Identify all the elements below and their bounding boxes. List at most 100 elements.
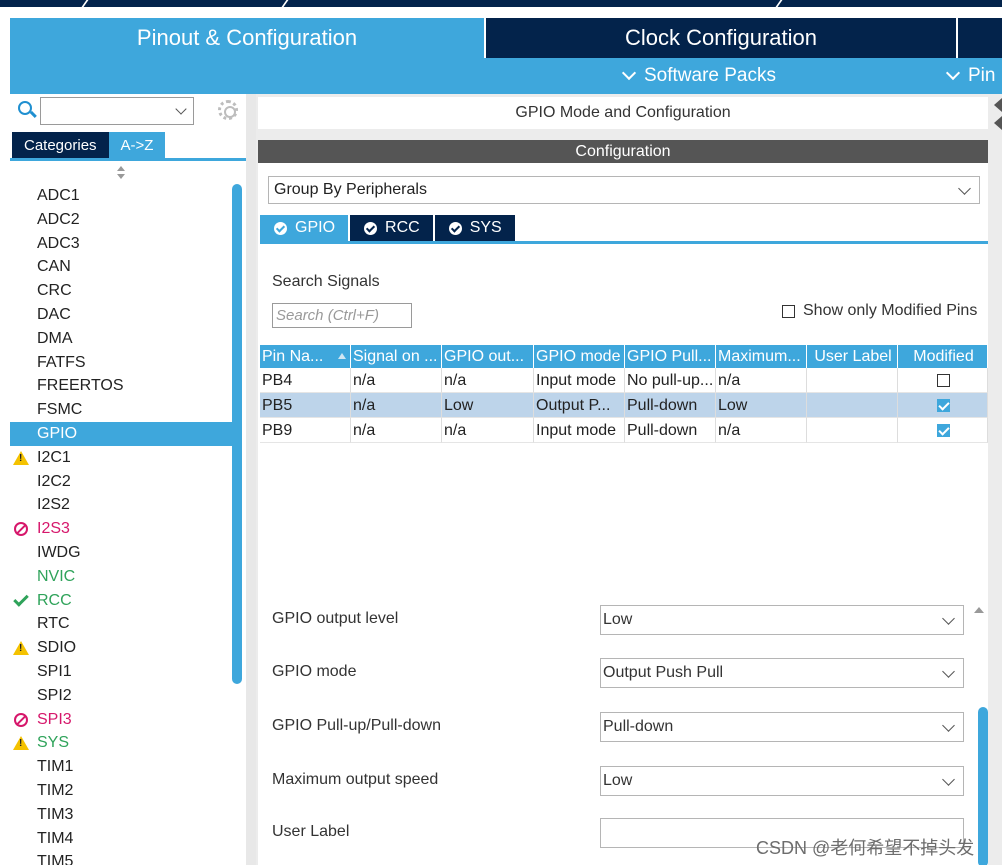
column-header-gpio-output[interactable]: GPIO out... <box>442 345 534 368</box>
category-item-crc[interactable]: CRC <box>10 279 232 303</box>
category-item-rcc[interactable]: RCC <box>10 589 232 613</box>
chevron-down-icon[interactable] <box>942 665 955 678</box>
column-header-signal[interactable]: Signal on ... <box>351 345 442 368</box>
table-cell-mode: Input mode <box>534 368 625 393</box>
gear-icon[interactable] <box>218 100 238 120</box>
category-item-i2c1[interactable]: I2C1 <box>10 446 232 470</box>
category-item-label: NVIC <box>37 567 76 585</box>
sort-icon[interactable] <box>116 166 126 180</box>
category-item-fsmc[interactable]: FSMC <box>10 398 232 422</box>
setting-value: Pull-down <box>603 718 674 735</box>
category-item-label: IWDG <box>37 543 81 561</box>
category-item-tim1[interactable]: TIM1 <box>10 755 232 779</box>
chevron-down-icon[interactable] <box>942 612 955 625</box>
category-item-tim5[interactable]: TIM5 <box>10 850 232 865</box>
table-cell-pull: Pull-down <box>625 418 716 443</box>
column-header-gpio-mode[interactable]: GPIO mode <box>534 345 625 368</box>
category-item-adc1[interactable]: ADC1 <box>10 184 232 208</box>
category-item-adc2[interactable]: ADC2 <box>10 208 232 232</box>
panel-divider[interactable] <box>246 94 256 865</box>
category-scrollbar[interactable] <box>232 184 242 684</box>
category-item-iwdg[interactable]: IWDG <box>10 541 232 565</box>
tab-a-z[interactable]: A->Z <box>108 132 166 158</box>
chevron-down-icon[interactable] <box>175 103 187 115</box>
pinout-menu[interactable]: Pin <box>944 58 995 94</box>
table-row[interactable]: PB9 n/a n/a Input mode Pull-down n/a <box>260 418 988 443</box>
column-header-user-label[interactable]: User Label <box>807 345 898 368</box>
category-item-sdio[interactable]: SDIO <box>10 636 232 660</box>
watermark: CSDN @老何希望不掉头发 <box>756 838 975 858</box>
show-modified-checkbox[interactable]: Show only Modified Pins <box>782 302 977 320</box>
column-header-maximum-speed[interactable]: Maximum... <box>716 345 807 368</box>
checkbox-icon[interactable] <box>782 304 795 318</box>
category-item-tim2[interactable]: TIM2 <box>10 779 232 803</box>
table-cell-label <box>807 418 898 443</box>
setting-select[interactable]: Output Push Pull <box>600 658 964 688</box>
category-item-tim4[interactable]: TIM4 <box>10 827 232 851</box>
column-header-gpio-pull[interactable]: GPIO Pull... <box>625 345 716 368</box>
table-row[interactable]: PB4 n/a n/a Input mode No pull-up... n/a <box>260 368 988 393</box>
main-tab-bar: Pinout & Configuration Clock Configurati… <box>0 18 1002 58</box>
category-item-gpio[interactable]: GPIO <box>10 421 232 446</box>
setting-row: GPIO Pull-up/Pull-down Pull-down <box>272 712 964 742</box>
category-item-sys[interactable]: SYS <box>10 731 232 755</box>
search-icon[interactable] <box>18 101 32 115</box>
category-item-dac[interactable]: DAC <box>10 303 232 327</box>
category-item-spi2[interactable]: SPI2 <box>10 684 232 708</box>
check-circle-icon <box>364 221 378 235</box>
category-item-i2c2[interactable]: I2C2 <box>10 470 232 494</box>
category-item-spi1[interactable]: SPI1 <box>10 660 232 684</box>
modified-checkbox[interactable] <box>937 373 950 387</box>
group-by-select[interactable]: Group By Peripherals <box>268 176 980 204</box>
show-modified-label: Show only Modified Pins <box>803 302 978 319</box>
pinout-menu-label: Pin <box>968 65 996 86</box>
category-item-freertos[interactable]: FREERTOS <box>10 374 232 398</box>
modified-checkbox[interactable] <box>937 423 950 437</box>
category-item-tim3[interactable]: TIM3 <box>10 803 232 827</box>
chevron-down-icon[interactable] <box>942 773 955 786</box>
category-item-i2s3[interactable]: I2S3 <box>10 517 232 541</box>
category-item-spi3[interactable]: SPI3 <box>10 708 232 732</box>
categories-panel: Categories A->Z ADC1 ADC2 ADC3 CAN CRC DAC DMA… <box>10 94 246 865</box>
chevron-down-icon[interactable] <box>958 182 971 195</box>
pin-table-body: PB4 n/a n/a Input mode No pull-up... n/a PB5 n/… <box>260 368 988 443</box>
table-row[interactable]: PB5 n/a Low Output P... Pull-down Low <box>260 393 988 418</box>
modified-checkbox[interactable] <box>937 398 950 412</box>
setting-value: Output Push Pull <box>603 664 724 681</box>
tab-gpio[interactable]: GPIO <box>260 215 349 241</box>
search-signals-input[interactable]: Search (Ctrl+F) <box>272 303 412 328</box>
category-item-rtc[interactable]: RTC <box>10 612 232 636</box>
settings-scrollbar[interactable] <box>978 707 988 865</box>
column-header-pin-name[interactable]: Pin Na... <box>260 345 351 368</box>
check-circle-icon <box>448 221 462 235</box>
scroll-up-icon[interactable] <box>974 607 984 613</box>
configuration-body: Group By Peripherals GPIO RCC SYS Search… <box>258 163 988 865</box>
category-item-dma[interactable]: DMA <box>10 327 232 351</box>
peripheral-tabs: GPIO RCC SYS <box>260 215 517 241</box>
category-item-can[interactable]: CAN <box>10 255 232 279</box>
category-search-input[interactable] <box>40 97 194 125</box>
tab-pinout-configuration[interactable]: Pinout & Configuration <box>10 18 484 58</box>
tab-sys[interactable]: SYS <box>434 215 515 241</box>
category-item-nvic[interactable]: NVIC <box>10 565 232 589</box>
category-item-i2s2[interactable]: I2S2 <box>10 493 232 517</box>
tab-clock-configuration[interactable]: Clock Configuration <box>486 18 956 58</box>
warning-icon <box>13 641 29 656</box>
tab-categories[interactable]: Categories <box>12 132 109 158</box>
setting-select[interactable]: Low <box>600 766 964 796</box>
tab-more[interactable] <box>958 18 1002 58</box>
collapse-arrow-icon[interactable] <box>992 96 1002 132</box>
setting-select[interactable]: Low <box>600 605 964 635</box>
software-packs-menu[interactable]: Software Packs <box>620 58 776 94</box>
table-cell-signal: n/a <box>351 393 442 418</box>
category-item-label: DMA <box>37 329 73 347</box>
setting-select[interactable]: Pull-down <box>600 712 964 742</box>
setting-label: User Label <box>272 823 350 840</box>
tab-rcc[interactable]: RCC <box>350 215 433 241</box>
category-item-fatfs[interactable]: FATFS <box>10 351 232 375</box>
chevron-down-icon[interactable] <box>942 719 955 732</box>
column-header-modified[interactable]: Modified <box>898 345 988 368</box>
table-cell-speed: n/a <box>716 418 807 443</box>
warning-icon <box>13 736 29 751</box>
category-item-adc3[interactable]: ADC3 <box>10 232 232 256</box>
